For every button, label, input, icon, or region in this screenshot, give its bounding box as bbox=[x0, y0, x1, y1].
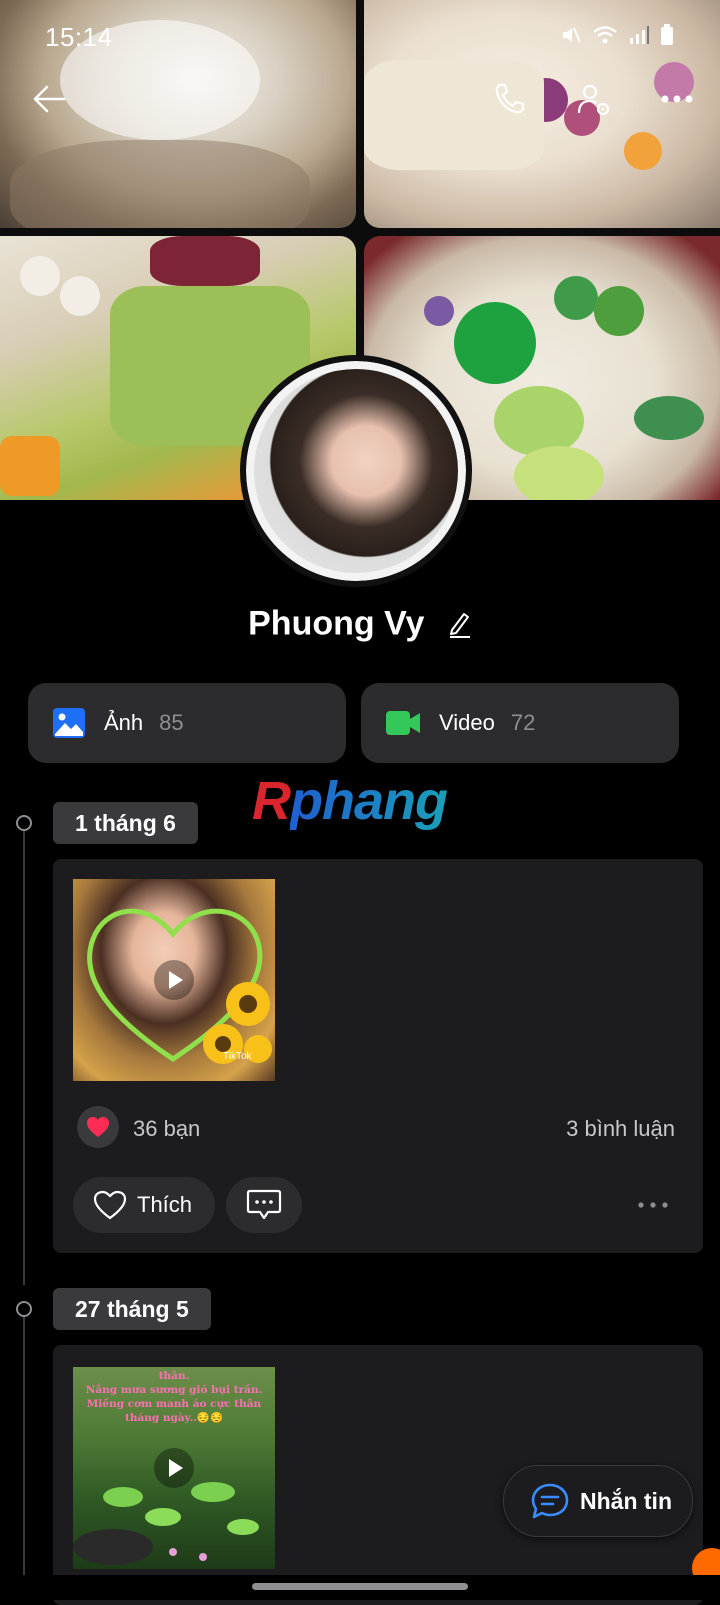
timeline-dot bbox=[16, 815, 32, 831]
status-icons bbox=[560, 24, 674, 46]
mute-icon bbox=[563, 27, 581, 43]
photos-count: 85 bbox=[159, 710, 184, 735]
home-indicator[interactable] bbox=[252, 1583, 468, 1590]
message-button[interactable]: Nhắn tin bbox=[503, 1465, 693, 1537]
video-camera-icon bbox=[386, 711, 420, 735]
phone-call-icon[interactable] bbox=[493, 82, 527, 116]
play-icon bbox=[169, 1459, 183, 1477]
profile-name-text: Phuong Vy bbox=[248, 604, 425, 643]
profile-name: Phuong Vy bbox=[0, 603, 720, 644]
reaction-count[interactable]: 36 bạn bbox=[133, 1116, 200, 1142]
comment-button[interactable] bbox=[226, 1177, 302, 1233]
play-icon bbox=[169, 971, 183, 989]
videos-button[interactable]: Video 72 bbox=[361, 683, 679, 763]
like-button[interactable]: Thích bbox=[73, 1177, 215, 1233]
videos-count: 72 bbox=[510, 710, 536, 735]
video-thumbnail[interactable]: TikTok bbox=[73, 879, 275, 1081]
heart-outline-icon bbox=[93, 1190, 127, 1220]
comment-bubble-icon bbox=[246, 1189, 282, 1220]
date-chip: 27 tháng 5 bbox=[53, 1288, 211, 1330]
timeline-dot bbox=[16, 1301, 32, 1317]
timeline-line bbox=[23, 815, 25, 1285]
watermark-logo: Rphang bbox=[252, 771, 448, 831]
timeline-line bbox=[23, 1310, 25, 1575]
play-button[interactable] bbox=[154, 960, 194, 1000]
photos-button[interactable]: Ảnh 85 bbox=[28, 683, 346, 763]
post-more-icon[interactable] bbox=[637, 1201, 669, 1209]
heart-icon bbox=[87, 1117, 109, 1137]
battery-icon bbox=[661, 24, 673, 45]
reaction-heart-badge[interactable] bbox=[77, 1106, 119, 1148]
wifi-icon bbox=[593, 26, 617, 44]
photo-gallery-icon bbox=[53, 708, 85, 738]
edit-pencil-icon[interactable] bbox=[448, 610, 472, 639]
play-button[interactable] bbox=[154, 1448, 194, 1488]
chat-bubble-icon bbox=[531, 1483, 569, 1519]
date-chip: 1 tháng 6 bbox=[53, 802, 198, 844]
avatar[interactable] bbox=[240, 355, 472, 587]
videos-label: Video bbox=[439, 710, 495, 735]
avatar-photo bbox=[246, 361, 466, 581]
back-arrow-icon[interactable] bbox=[32, 84, 66, 114]
thumbnail-caption: thân. Nắng mưa sương gió bụi trần. Miếng… bbox=[85, 1370, 263, 1424]
post-card[interactable]: TikTok 36 bạn 3 bình luận Thích bbox=[53, 859, 703, 1253]
tiktok-watermark: TikTok bbox=[223, 1051, 252, 1062]
video-thumbnail[interactable]: thân. Nắng mưa sương gió bụi trần. Miếng… bbox=[73, 1367, 275, 1569]
profile-settings-icon[interactable] bbox=[576, 82, 612, 118]
more-options-icon[interactable] bbox=[660, 94, 694, 104]
status-time: 15:14 bbox=[45, 22, 113, 52]
photos-label: Ảnh bbox=[104, 710, 144, 735]
comment-count[interactable]: 3 bình luận bbox=[566, 1116, 675, 1142]
message-label: Nhắn tin bbox=[580, 1487, 672, 1514]
signal-icon bbox=[630, 26, 649, 44]
like-label: Thích bbox=[137, 1192, 193, 1217]
